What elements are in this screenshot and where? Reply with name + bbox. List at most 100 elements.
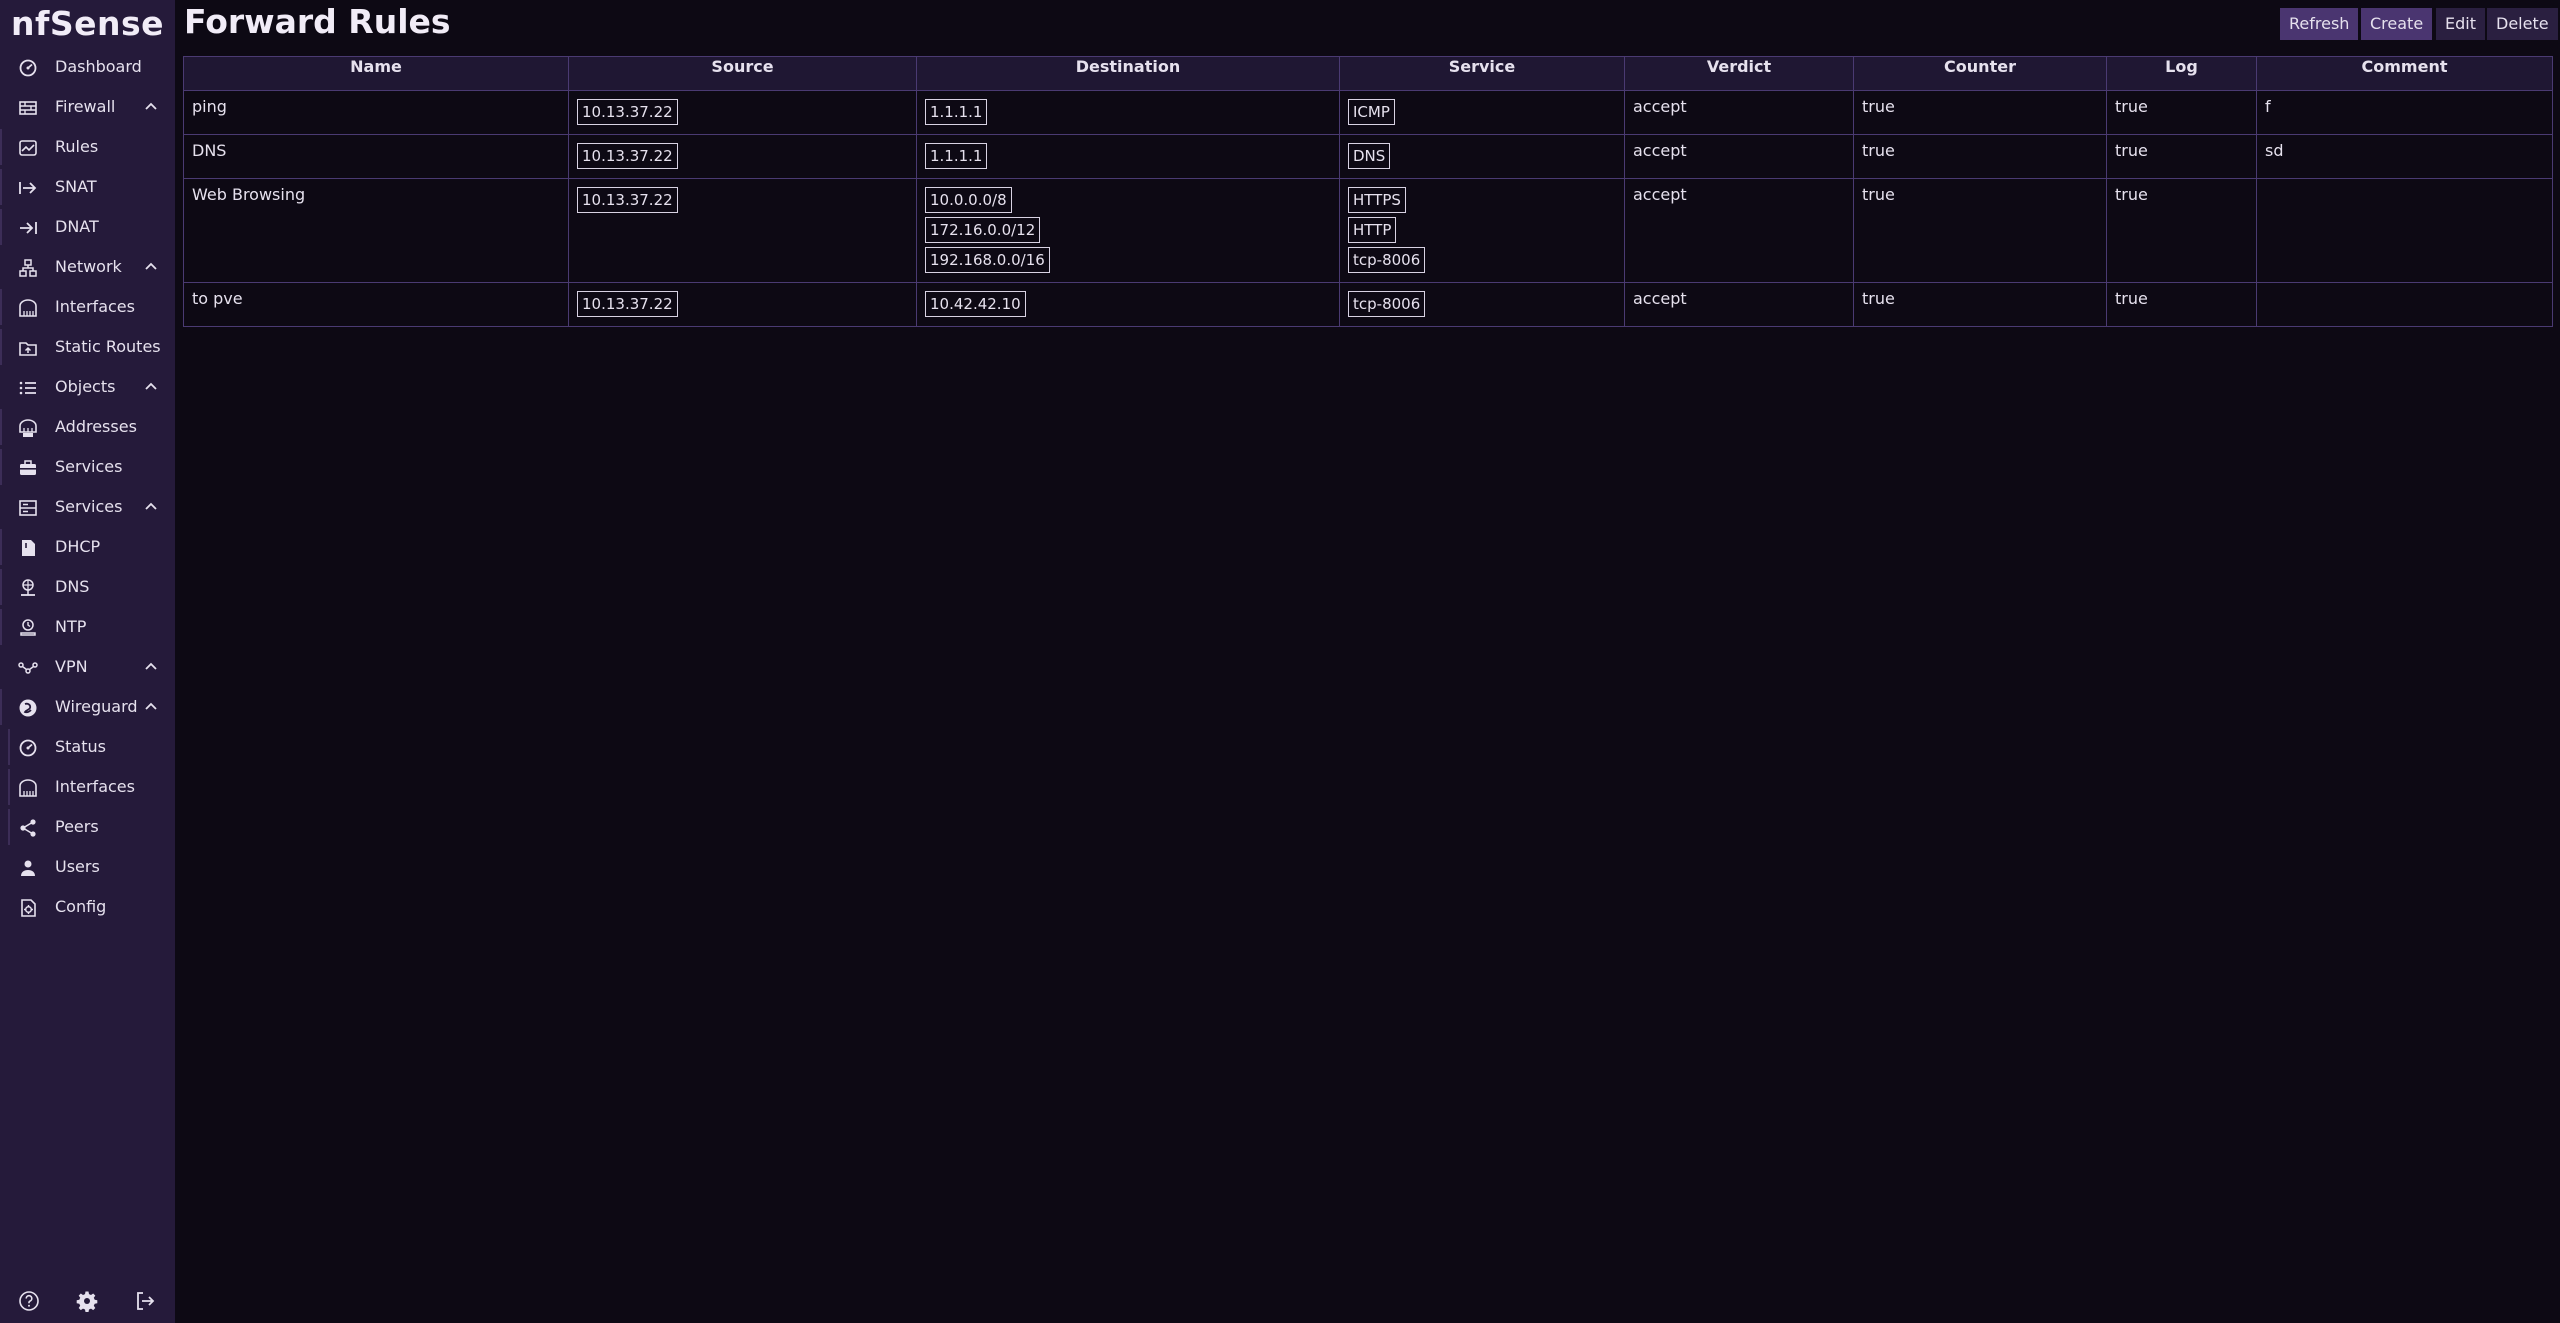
sidebar-item-label: Config (55, 897, 107, 916)
counter-value: true (1862, 141, 1895, 160)
chevron-up-icon[interactable] (144, 500, 158, 514)
sidebar-item-static-routes[interactable]: Static Routes (0, 329, 175, 365)
column-header-verdict[interactable]: Verdict (1624, 56, 1854, 91)
sidebar-item-vpn[interactable]: VPN (0, 649, 175, 685)
sidebar-item-ntp[interactable]: NTP (0, 609, 175, 645)
sidebar-item-services-group[interactable]: Services (0, 489, 175, 525)
sidebar-item-dns[interactable]: DNS (0, 569, 175, 605)
cell-verdict: accept (1624, 282, 1854, 327)
sidebar-item-config[interactable]: Config (0, 889, 175, 925)
column-header-destination[interactable]: Destination (916, 56, 1340, 91)
sidebar-item-label: Firewall (55, 97, 116, 116)
services-group-icon (18, 498, 38, 518)
table-row[interactable]: to pve 10.13.37.22 10.42.42.10 tcp-8006 … (183, 282, 2553, 327)
address-chip: 10.13.37.22 (577, 143, 678, 169)
sidebar-item-label: Static Routes (55, 337, 161, 356)
column-header-source[interactable]: Source (568, 56, 917, 91)
sidebar-item-label: Network (55, 257, 122, 276)
comment-value: sd (2265, 141, 2284, 160)
cell-log: true (2106, 90, 2257, 135)
sidebar-item-dnat[interactable]: DNAT (0, 209, 175, 245)
sidebar-item-users[interactable]: Users (0, 849, 175, 885)
table-header-row: Name Source Destination Service Verdict … (183, 56, 2553, 91)
cell-name: Web Browsing (183, 178, 569, 283)
verdict-value: accept (1633, 185, 1687, 204)
table-row[interactable]: DNS 10.13.37.22 1.1.1.1 DNS accept true … (183, 134, 2553, 179)
chevron-up-icon[interactable] (144, 260, 158, 274)
cell-source: 10.13.37.22 (568, 178, 917, 283)
sidebar-item-status[interactable]: Status (0, 729, 175, 765)
create-button[interactable]: Create (2361, 8, 2433, 40)
status-icon (18, 738, 38, 758)
sidebar-item-snat[interactable]: SNAT (0, 169, 175, 205)
interfaces-icon (18, 298, 38, 318)
sidebar-item-network[interactable]: Network (0, 249, 175, 285)
sidebar-item-label: Users (55, 857, 100, 876)
column-header-counter[interactable]: Counter (1853, 56, 2107, 91)
sidebar-item-label: Services (55, 497, 123, 516)
service-chip: HTTP (1348, 217, 1397, 243)
sidebar-item-wireguard[interactable]: Wireguard (0, 689, 175, 725)
chevron-up-icon[interactable] (144, 700, 158, 714)
cell-comment: f (2256, 90, 2553, 135)
service-chip: ICMP (1348, 99, 1395, 125)
config-icon (18, 898, 38, 918)
rules-icon (18, 138, 38, 158)
rule-name: Web Browsing (192, 185, 306, 204)
help-icon[interactable] (18, 1290, 40, 1312)
page-title: Forward Rules (184, 2, 451, 41)
service-chip: tcp-8006 (1348, 247, 1426, 273)
sidebar-item-addresses[interactable]: Addresses (0, 409, 175, 445)
chevron-up-icon[interactable] (144, 100, 158, 114)
sidebar-item-firewall[interactable]: Firewall (0, 89, 175, 125)
refresh-button[interactable]: Refresh (2280, 8, 2359, 40)
cell-verdict: accept (1624, 90, 1854, 135)
cell-verdict: accept (1624, 134, 1854, 179)
address-chip: 172.16.0.0/12 (925, 217, 1041, 243)
edit-button[interactable]: Edit (2436, 8, 2485, 40)
forward-rules-table: Name Source Destination Service Verdict … (183, 56, 2553, 327)
chevron-up-icon[interactable] (144, 380, 158, 394)
sidebar-item-interfaces[interactable]: Interfaces (0, 289, 175, 325)
ntp-icon (18, 618, 38, 638)
sidebar-item-dashboard[interactable]: Dashboard (0, 49, 175, 85)
cell-source: 10.13.37.22 (568, 134, 917, 179)
cell-name: to pve (183, 282, 569, 327)
cell-service: tcp-8006 (1339, 282, 1625, 327)
log-value: true (2115, 185, 2148, 204)
services-icon (18, 458, 38, 478)
service-chip: tcp-8006 (1348, 291, 1426, 317)
cell-comment: sd (2256, 134, 2553, 179)
column-header-log[interactable]: Log (2106, 56, 2257, 91)
delete-button[interactable]: Delete (2487, 8, 2558, 40)
log-value: true (2115, 97, 2148, 116)
cell-comment (2256, 178, 2553, 283)
address-chip: 192.168.0.0/16 (925, 247, 1050, 273)
cell-verdict: accept (1624, 178, 1854, 283)
sidebar-item-peers[interactable]: Peers (0, 809, 175, 845)
sidebar-item-objects[interactable]: Objects (0, 369, 175, 405)
firewall-icon (18, 98, 38, 118)
cell-destination: 10.0.0.0/8 172.16.0.0/12 192.168.0.0/16 (916, 178, 1340, 283)
sidebar-item-wg-interfaces[interactable]: Interfaces (0, 769, 175, 805)
sidebar-item-label: Addresses (55, 417, 137, 436)
sidebar-item-services[interactable]: Services (0, 449, 175, 485)
cell-service: DNS (1339, 134, 1625, 179)
column-header-name[interactable]: Name (183, 56, 569, 91)
column-header-service[interactable]: Service (1339, 56, 1625, 91)
address-chip: 10.13.37.22 (577, 291, 678, 317)
cell-name: ping (183, 90, 569, 135)
address-chip: 1.1.1.1 (925, 143, 988, 169)
comment-value: f (2265, 97, 2271, 116)
settings-icon[interactable] (76, 1290, 98, 1313)
chevron-up-icon[interactable] (144, 660, 158, 674)
column-header-comment[interactable]: Comment (2256, 56, 2553, 91)
logout-icon[interactable] (134, 1290, 156, 1312)
peers-icon (18, 818, 38, 838)
sidebar-item-rules[interactable]: Rules (0, 129, 175, 165)
address-chip: 10.13.37.22 (577, 99, 678, 125)
table-row[interactable]: Web Browsing 10.13.37.22 10.0.0.0/8 172.… (183, 178, 2553, 283)
cell-destination: 1.1.1.1 (916, 134, 1340, 179)
table-row[interactable]: ping 10.13.37.22 1.1.1.1 ICMP accept tru… (183, 90, 2553, 135)
sidebar-item-dhcp[interactable]: DHCP (0, 529, 175, 565)
